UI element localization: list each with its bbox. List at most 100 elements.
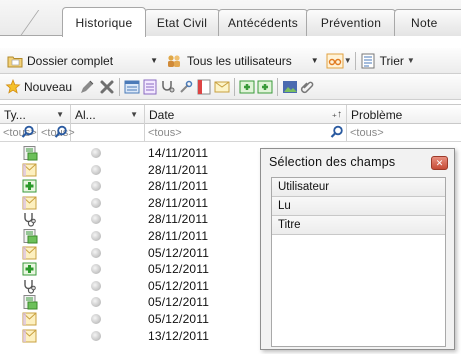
read-status-icon [91, 247, 101, 258]
separator [277, 77, 279, 96]
tab-prevention[interactable]: Prévention [306, 9, 396, 36]
green-cross-icon[interactable] [256, 78, 274, 96]
field-item-utilisateur[interactable]: Utilisateur [272, 178, 445, 197]
date-cell: 14/11/2011 [148, 146, 209, 160]
filter-cell-lu[interactable]: <tous> [38, 124, 75, 141]
dossier-combo[interactable]: Dossier complet ▼ [6, 51, 161, 71]
green-doc-icon [22, 295, 38, 310]
tab-label: Prévention [320, 16, 382, 30]
tab-bar: Historique Etat Civil Antécédents Préven… [0, 0, 461, 37]
column-header-type[interactable]: Ty... ▼ [0, 105, 71, 124]
date-cell: 13/12/2011 [148, 328, 210, 343]
edit-pencil-icon[interactable] [78, 78, 96, 96]
tab-label: Etat Civil [156, 16, 208, 30]
search-icon[interactable] [330, 125, 344, 139]
filter-dropdown-icon[interactable]: ▼ [56, 110, 64, 119]
close-icon[interactable]: ✕ [431, 156, 448, 170]
read-status-icon [91, 197, 101, 208]
filter-value: <tous> [148, 126, 182, 139]
tab-historique[interactable]: Historique [62, 7, 146, 37]
column-header-label: Problème [351, 107, 403, 122]
date-cell: 28/11/2011 [148, 162, 209, 177]
green-doc-icon [22, 146, 38, 161]
envelope-icon [22, 329, 38, 344]
date-cell: 05/12/2011 [148, 245, 210, 260]
tab-label: Note [411, 16, 438, 30]
column-header-date[interactable]: Date ₊↑ [145, 105, 347, 124]
column-header-lu[interactable]: Al... ▼ [71, 105, 145, 124]
tab-etat-civil[interactable]: Etat Civil [144, 9, 220, 36]
users-combo[interactable]: Tous les utilisateurs ▼ [165, 51, 322, 71]
date-cell: 05/12/2011 [148, 278, 210, 293]
green-cross-icon [22, 179, 38, 194]
field-item-lu[interactable]: Lu [272, 197, 445, 216]
read-status-icon [91, 264, 101, 275]
separator [119, 77, 121, 96]
date-cell: 05/12/2011 [148, 295, 210, 310]
chevron-down-icon[interactable]: ▼ [407, 56, 415, 65]
read-status-icon [91, 314, 101, 324]
tools-icon[interactable] [177, 78, 195, 96]
filter-cell-lu-col[interactable] [71, 124, 145, 141]
search-icon[interactable] [21, 125, 35, 139]
filter-row: <tous> <tous> <tous> <tous> [0, 124, 461, 142]
filter-cell-probleme[interactable]: <tous> [347, 124, 461, 141]
dossier-combo-value: Dossier complet [27, 53, 114, 68]
green-doc-icon [22, 229, 38, 244]
filter-cell-type[interactable]: <tous> [0, 124, 38, 141]
filter-toolbar: Dossier complet ▼ Tous les utilisateurs … [0, 48, 461, 74]
column-header-probleme[interactable]: Problème [347, 105, 461, 124]
stethoscope-icon [22, 212, 38, 227]
users-icon [165, 52, 183, 70]
read-status-icon [91, 280, 101, 291]
separator [354, 51, 356, 70]
new-button-label[interactable]: Nouveau [24, 80, 72, 94]
chevron-down-icon[interactable]: ▼ [147, 52, 161, 70]
envelope-icon[interactable] [213, 78, 231, 96]
users-combo-value: Tous les utilisateurs [187, 53, 292, 68]
sort-descending-icon: ₊↑ [331, 109, 342, 120]
filter-cell-date[interactable]: <tous> [145, 124, 347, 141]
stethoscope-icon [22, 279, 38, 294]
chevron-down-icon[interactable]: ▼ [344, 56, 352, 65]
stethoscope-icon[interactable] [159, 78, 177, 96]
date-cell: 28/11/2011 [148, 179, 209, 194]
green-cross-icon [22, 262, 38, 277]
tab-antecedents[interactable]: Antécédents [218, 9, 308, 36]
filter-dropdown-icon[interactable]: ▼ [130, 110, 138, 119]
document-icon[interactable] [141, 78, 159, 96]
column-header-label: Al... [75, 107, 96, 122]
list-icon[interactable] [123, 78, 141, 96]
image-icon[interactable] [281, 78, 299, 96]
date-cell: 05/12/2011 [148, 312, 210, 326]
sort-icon[interactable] [359, 52, 377, 70]
search-icon[interactable] [54, 125, 68, 139]
book-icon[interactable] [195, 78, 213, 96]
chevron-down-icon[interactable]: ▼ [308, 52, 322, 70]
read-status-icon [91, 231, 101, 241]
tab-label: Antécédents [227, 16, 298, 30]
actions-toolbar: Nouveau [0, 74, 461, 100]
glasses-icon[interactable] [326, 52, 344, 70]
date-cell: 28/11/2011 [148, 195, 209, 210]
filter-value: <tous> [350, 126, 384, 139]
tab-note[interactable]: Note [394, 9, 461, 36]
folder-icon [6, 52, 24, 70]
tab-label: Historique [75, 15, 133, 30]
date-cell: 28/11/2011 [148, 212, 209, 227]
separator [234, 77, 236, 96]
read-status-icon [91, 214, 101, 225]
envelope-icon [22, 196, 38, 211]
field-item-titre[interactable]: Titre [272, 216, 445, 235]
read-status-icon [91, 297, 101, 308]
field-list: Utilisateur Lu Titre [271, 177, 446, 347]
attachment-icon[interactable] [299, 78, 317, 96]
read-status-icon [91, 181, 101, 192]
field-selection-popup: Sélection des champs ✕ Utilisateur Lu Ti… [260, 148, 455, 350]
new-star-icon[interactable] [4, 78, 22, 96]
delete-x-icon[interactable] [98, 78, 116, 96]
green-cross-icon[interactable] [238, 78, 256, 96]
sort-button-label[interactable]: Trier [380, 54, 404, 68]
read-status-icon [91, 164, 101, 175]
read-status-icon [91, 330, 101, 341]
